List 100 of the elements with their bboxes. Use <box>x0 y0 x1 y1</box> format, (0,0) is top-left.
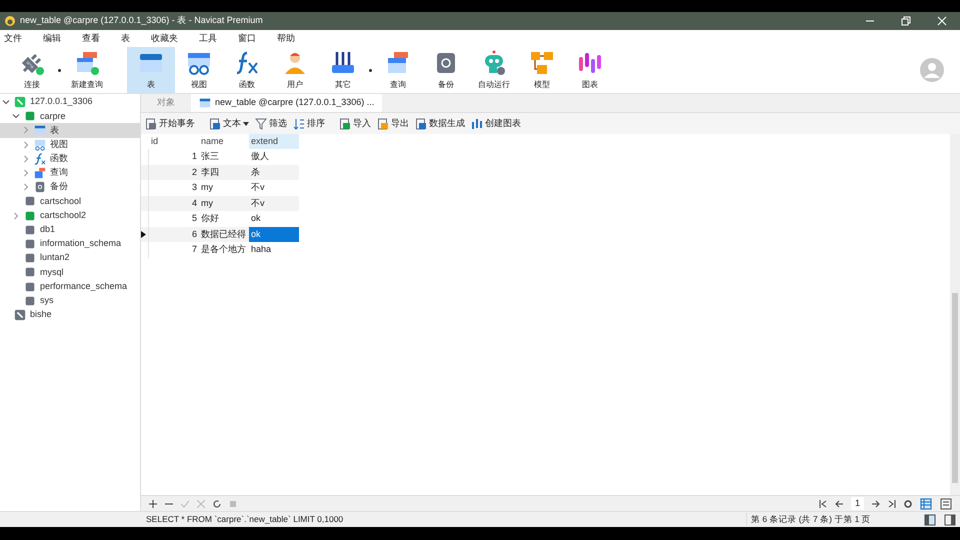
restore-icon[interactable] <box>900 15 912 27</box>
table-toolbar-button[interactable]: 数据生成 <box>415 116 465 130</box>
tree-label: 查询 <box>50 166 68 180</box>
add-icon[interactable] <box>149 500 157 508</box>
toolbar-button[interactable]: 查询 <box>374 47 422 93</box>
tree-label: luntan2 <box>40 251 70 264</box>
check-icon[interactable] <box>181 500 189 508</box>
toolbar-button[interactable]: 其它 <box>319 47 367 93</box>
table-icon <box>34 124 46 136</box>
tree-label: 表 <box>50 124 59 137</box>
table-cell-text: 2 <box>190 166 198 178</box>
tree-item[interactable]: 函数 <box>0 152 140 166</box>
tree-item[interactable]: 备份 <box>0 180 140 194</box>
database-icon <box>24 266 36 278</box>
column-header[interactable]: name <box>199 134 249 149</box>
tree-item[interactable]: 表 <box>0 123 140 138</box>
menu-item[interactable]: 查看 <box>78 32 104 46</box>
settings-icon[interactable] <box>904 500 912 508</box>
previous-page-icon[interactable] <box>834 500 843 508</box>
table-toolbar-button[interactable]: 创建图表 <box>471 116 521 130</box>
tree-item[interactable]: bishe <box>0 308 140 322</box>
tree-item[interactable]: 127.0.0.1_3306 <box>0 95 140 110</box>
toolbar-button[interactable]: 自动运行 <box>470 47 518 93</box>
current-row-arrow-icon <box>141 230 146 238</box>
table-toolbar-button[interactable]: 开始事务 <box>145 116 195 130</box>
menu-item[interactable]: 收藏夹 <box>147 32 182 46</box>
filter-icon <box>255 118 267 130</box>
menu-item[interactable]: 表 <box>117 32 134 46</box>
tree-item[interactable]: cartschool <box>0 194 140 208</box>
panel-left-icon[interactable] <box>924 514 936 526</box>
table-toolbar-button[interactable]: 筛选 <box>255 116 287 130</box>
tree-label: bishe <box>30 308 52 322</box>
last-page-icon[interactable] <box>888 500 896 508</box>
column-header[interactable]: id <box>149 134 199 149</box>
table-cell-text: 不v <box>250 196 266 210</box>
table-cell-text: 不v <box>250 181 266 194</box>
table-cell-text: haha <box>250 243 272 256</box>
table-cell-text: 6 <box>190 228 198 240</box>
window-title: new_table @carpre (127.0.0.1_3306) - 表 - Navicat Premium <box>20 14 263 28</box>
toolbar-button[interactable]: 视图 <box>175 47 223 93</box>
toolbar-button[interactable]: 备份 <box>422 47 470 93</box>
menu-item[interactable]: 编辑 <box>39 32 65 46</box>
page-field[interactable]: 1 <box>850 496 864 510</box>
toolbar-button[interactable]: 表 <box>127 47 175 93</box>
tree-item[interactable]: sys <box>0 294 140 308</box>
table-toolbar-button[interactable]: 导出 <box>377 116 409 130</box>
database-icon <box>24 110 36 122</box>
tree-item[interactable]: luntan2 <box>0 251 140 266</box>
toolbar-button[interactable]: 用户 <box>271 47 319 93</box>
menu-item[interactable]: 帮助 <box>273 32 299 46</box>
menu-item[interactable]: 工具 <box>195 32 221 46</box>
model-icon <box>528 49 556 77</box>
tree-item[interactable]: 查询 <box>0 166 140 180</box>
database-icon <box>24 280 36 293</box>
tree-item[interactable]: mysql <box>0 265 140 280</box>
database-icon <box>24 195 36 208</box>
tree-item[interactable]: db1 <box>0 222 140 237</box>
scrollbar[interactable] <box>950 134 960 495</box>
tree-item[interactable]: performance_schema <box>0 279 140 294</box>
column-header[interactable]: extend <box>249 134 299 149</box>
database-icon <box>24 210 36 222</box>
form-view-icon[interactable] <box>940 498 952 510</box>
tree-item[interactable]: information_schema <box>0 236 140 252</box>
tree-item[interactable]: cartschool2 <box>0 208 140 223</box>
table-icon <box>199 97 211 109</box>
document-icon <box>415 118 427 130</box>
grid-view-icon[interactable] <box>920 498 932 510</box>
close-icon[interactable] <box>936 15 948 27</box>
toolbar-button[interactable]: 连接 <box>8 47 56 93</box>
table-toolbar-button[interactable]: 导入 <box>339 116 371 130</box>
tree-item[interactable]: carpre <box>0 109 140 124</box>
refresh-icon[interactable] <box>213 500 221 508</box>
table-toolbar-button[interactable]: 排序 <box>293 116 325 130</box>
table-cell-text: my <box>200 181 214 194</box>
toolbar-button[interactable]: 图表 <box>566 47 614 93</box>
database-icon <box>24 294 36 307</box>
view-icon <box>34 138 46 151</box>
table-cell-text: 你好 <box>200 212 220 225</box>
menu-item[interactable]: 窗口 <box>234 32 260 46</box>
table-cell-text: 李四 <box>200 166 220 178</box>
sort-icon <box>293 118 305 130</box>
next-page-icon[interactable] <box>872 500 880 508</box>
table-cell-text: 5 <box>190 212 198 225</box>
table-toolbar-button[interactable]: 文本 <box>209 116 249 130</box>
sql-statement: SELECT * FROM `carpre`.`new_table` LIMIT 0,1000 <box>146 513 344 526</box>
panel-right-icon[interactable] <box>944 514 956 526</box>
toolbar-button[interactable]: 新建查询 <box>63 47 111 93</box>
tree-label: mysql <box>40 266 64 279</box>
tree-label: sys <box>40 294 54 307</box>
toolbar-button[interactable]: 模型 <box>518 47 566 93</box>
table-cell-text: 4 <box>190 196 198 210</box>
tree-label: information_schema <box>40 237 122 250</box>
first-page-icon[interactable] <box>818 500 827 508</box>
tree-item[interactable]: 视图 <box>0 138 140 152</box>
database-icon <box>24 252 36 264</box>
menu-item[interactable]: 文件 <box>0 32 26 46</box>
toolbar-button[interactable]: 函数 <box>223 47 271 93</box>
tab[interactable]: new_table @carpre (127.0.0.1_3306) ... <box>191 94 382 112</box>
database-icon <box>24 238 36 250</box>
row-marker[interactable] <box>141 226 149 242</box>
